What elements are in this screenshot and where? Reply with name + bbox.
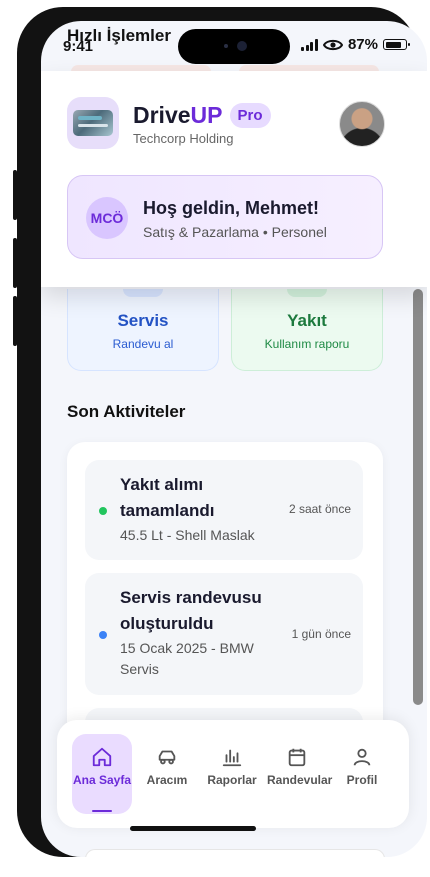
welcome-title: Hoş geldin, Mehmet! — [143, 198, 320, 218]
profile-avatar[interactable] — [339, 101, 385, 147]
activity-time: 1 gün önce — [291, 627, 351, 641]
fuel-pump-icon — [287, 289, 327, 297]
activity-detail: 15 Ocak 2025 - BMW Servis — [120, 640, 254, 677]
service-subtitle: Randevu al — [112, 337, 174, 351]
recent-activities-title: Son Aktiviteler — [67, 402, 186, 421]
activity-item[interactable]: Servis randevusu oluşturuldu 15 Ocak 202… — [85, 573, 363, 695]
company-name: Techcorp Holding — [133, 131, 234, 146]
nav-label-profile: Profil — [346, 773, 378, 787]
user-icon — [353, 748, 371, 766]
dynamic-island — [178, 29, 290, 64]
status-dot-icon — [99, 631, 107, 639]
welcome-card: MCÖ Hoş geldin, Mehmet! Satış & Pazarlam… — [67, 175, 383, 259]
phone-frame: Hızlı İşlemler 9:41 87% Drive UP Pro Tech… — [17, 7, 427, 857]
eye-icon — [322, 39, 343, 50]
activity-time: 2 saat önce — [288, 502, 351, 516]
user-initials-avatar: MCÖ — [86, 197, 128, 239]
fuel-title: Yakıt — [287, 311, 327, 330]
battery-icon — [383, 39, 410, 50]
nav-item-profile[interactable]: Profil — [332, 734, 392, 814]
car-icon — [158, 750, 176, 765]
home-icon — [92, 747, 112, 767]
status-time: 9:41 — [63, 38, 94, 55]
brand-suffix: UP — [190, 102, 223, 128]
brand-name: Drive UP Pro — [133, 102, 271, 129]
bottom-navigation: Ana Sayfa Aracım Raporlar Randevular Pro… — [57, 720, 409, 828]
activity-title: Yakıt alımı tamamlandı — [120, 475, 215, 520]
app-logo — [67, 97, 119, 149]
status-bar: 9:41 87% — [41, 21, 427, 71]
app-screen: Hızlı İşlemler 9:41 87% Drive UP Pro Tech… — [41, 21, 427, 857]
nav-item-appointments[interactable]: Randevular — [267, 734, 333, 814]
activity-item[interactable]: Yakıt alımı tamamlandı 45.5 Lt - Shell M… — [85, 460, 363, 560]
active-indicator — [92, 810, 112, 812]
pro-badge: Pro — [229, 103, 271, 128]
status-icons: 87% — [301, 36, 410, 53]
battery-percent: 87% — [347, 36, 378, 53]
scrollbar[interactable] — [413, 289, 423, 705]
brand-prefix: Drive — [133, 102, 191, 128]
activity-detail: 45.5 Lt - Shell Maslak — [120, 527, 255, 543]
activity-title: Servis randevusu oluşturuldu — [120, 588, 262, 633]
nav-item-home[interactable]: Ana Sayfa — [72, 734, 132, 814]
home-indicator[interactable] — [130, 826, 256, 831]
nav-label-appointments: Randevular — [267, 773, 333, 787]
fuel-subtitle: Kullanım raporu — [264, 337, 350, 351]
bar-chart-icon — [222, 749, 242, 767]
nav-label-reports: Raporlar — [207, 773, 257, 787]
calendar-icon — [288, 748, 306, 767]
welcome-subtitle: Satış & Pazarlama • Personel — [143, 224, 327, 240]
nav-item-reports[interactable]: Raporlar — [202, 734, 262, 814]
nav-label-home: Ana Sayfa — [72, 773, 132, 787]
nav-label-vehicle: Aracım — [146, 773, 188, 787]
content-peek — [85, 849, 385, 857]
signal-icon — [301, 38, 318, 51]
service-title: Servis — [117, 311, 169, 330]
nav-item-vehicle[interactable]: Aracım — [137, 734, 197, 814]
recent-activities-card: Yakıt alımı tamamlandı 45.5 Lt - Shell M… — [67, 442, 383, 742]
app-header: Drive UP Pro Techcorp Holding MCÖ Hoş gel… — [41, 71, 427, 287]
wrench-icon — [123, 289, 163, 297]
status-dot-icon — [99, 507, 107, 515]
service-quick-action[interactable]: Servis Randevu al — [67, 289, 219, 371]
fuel-quick-action[interactable]: Yakıt Kullanım raporu — [231, 289, 383, 371]
